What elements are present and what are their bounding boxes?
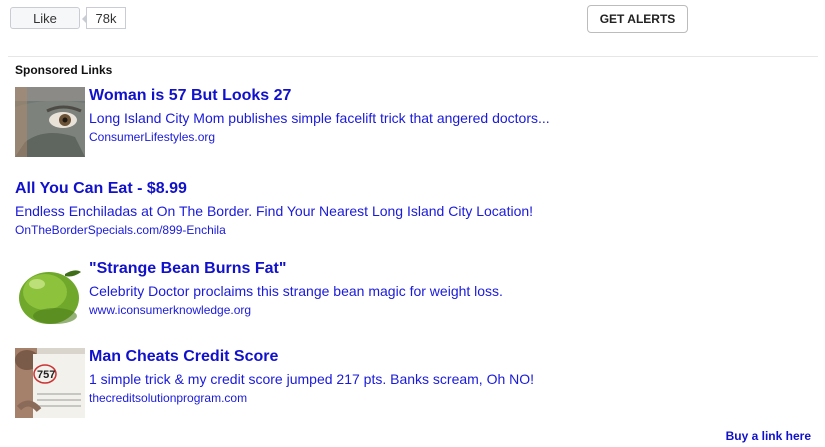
get-alerts-button[interactable]: GET ALERTS: [587, 5, 688, 33]
credit-score-number: 757: [37, 369, 55, 381]
ad-description[interactable]: Endless Enchiladas at On The Border. Fin…: [15, 202, 533, 220]
credit-score-photo[interactable]: 757: [15, 348, 85, 418]
like-button[interactable]: Like: [10, 7, 80, 29]
like-count-value: 78k: [95, 10, 117, 26]
ad-url[interactable]: ConsumerLifestyles.org: [89, 129, 550, 145]
like-count: 78k: [82, 7, 126, 29]
ad-description[interactable]: Long Island City Mom publishes simple fa…: [89, 109, 550, 127]
ad-item: 757 Man Cheats Credit Score 1 simple tri…: [15, 348, 805, 418]
ad-title[interactable]: All You Can Eat - $8.99: [15, 180, 533, 198]
get-alerts-label: GET ALERTS: [599, 12, 676, 26]
ad-url[interactable]: www.iconsumerknowledge.org: [89, 302, 503, 318]
sponsored-heading: Sponsored Links: [15, 63, 113, 77]
ad-url[interactable]: OnTheBorderSpecials.com/899-Enchila: [15, 222, 533, 238]
ad-item: "Strange Bean Burns Fat" Celebrity Docto…: [15, 260, 805, 330]
ad-title[interactable]: "Strange Bean Burns Fat": [89, 260, 503, 278]
face-mask-photo[interactable]: [15, 87, 85, 157]
ad-item: Woman is 57 But Looks 27 Long Island Cit…: [15, 87, 805, 157]
green-fruit-photo[interactable]: [15, 260, 85, 330]
like-label: Like: [33, 10, 57, 26]
ad-item: All You Can Eat - $8.99 Endless Enchilad…: [15, 180, 805, 240]
buy-link[interactable]: Buy a link here: [726, 429, 811, 443]
ad-description[interactable]: 1 simple trick & my credit score jumped …: [89, 370, 534, 388]
ad-description[interactable]: Celebrity Doctor proclaims this strange …: [89, 282, 503, 300]
ad-title[interactable]: Man Cheats Credit Score: [89, 348, 534, 366]
ad-url[interactable]: thecreditsolutionprogram.com: [89, 390, 534, 406]
ad-title[interactable]: Woman is 57 But Looks 27: [89, 87, 550, 105]
